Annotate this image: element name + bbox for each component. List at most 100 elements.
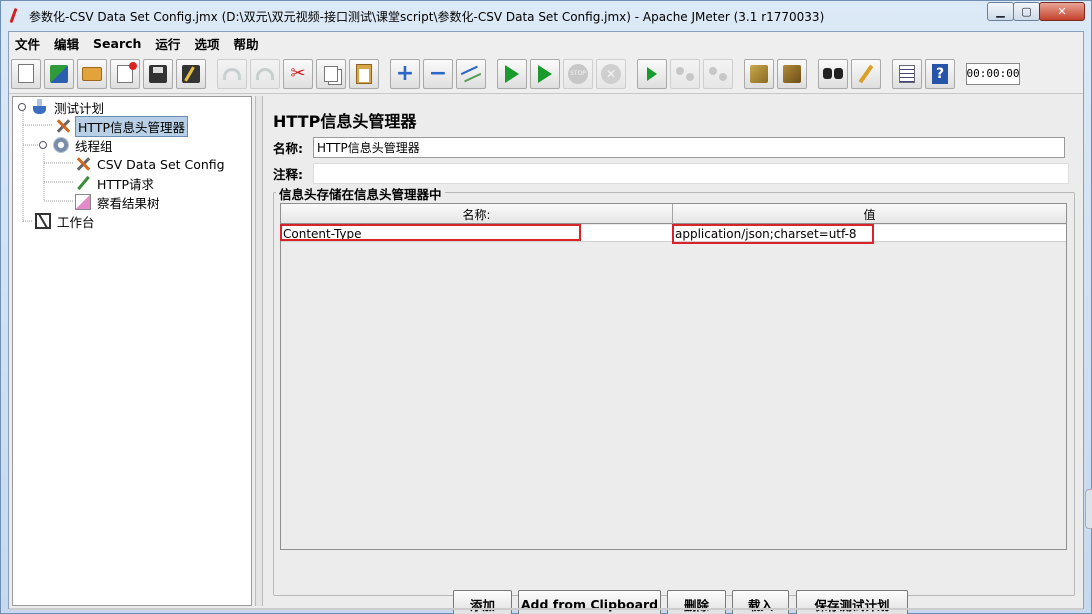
tree-node-csv-data-set[interactable]: CSV Data Set Config bbox=[75, 155, 227, 173]
table-header: 名称: 值 bbox=[281, 204, 1066, 224]
undo-button[interactable] bbox=[217, 58, 247, 89]
collapse-handle-icon[interactable] bbox=[39, 141, 47, 149]
toggle-button[interactable] bbox=[456, 58, 486, 89]
menu-options[interactable]: 选项 bbox=[194, 34, 219, 53]
tree-node-label: HTTP信息头管理器 bbox=[75, 115, 188, 137]
tree-node-http-header-manager[interactable]: HTTP信息头管理器 bbox=[55, 115, 188, 137]
open-button[interactable] bbox=[77, 58, 107, 89]
name-label: 名称: bbox=[273, 140, 303, 156]
shutdown-button[interactable]: ✕ bbox=[596, 58, 626, 89]
menu-bar: 文件 编辑 Search 运行 选项 帮助 bbox=[9, 32, 1083, 54]
workbench-icon bbox=[35, 213, 51, 229]
save-icon bbox=[149, 64, 167, 83]
name-input[interactable]: HTTP信息头管理器 bbox=[313, 136, 1065, 158]
shutdown-icon: ✕ bbox=[601, 63, 621, 84]
copy-button[interactable] bbox=[316, 58, 346, 89]
menu-run[interactable]: 运行 bbox=[155, 34, 180, 53]
pane-splitter[interactable] bbox=[255, 96, 263, 606]
menu-edit[interactable]: 编辑 bbox=[54, 34, 79, 53]
save-as-button[interactable] bbox=[176, 58, 206, 89]
menu-help[interactable]: 帮助 bbox=[233, 34, 258, 53]
add-button[interactable]: 添加 bbox=[453, 590, 512, 614]
clear-button[interactable] bbox=[744, 58, 774, 89]
header-value-cell[interactable]: application/json;charset=utf-8 bbox=[673, 225, 1066, 242]
add-from-clipboard-button[interactable]: Add from Clipboard bbox=[518, 590, 661, 614]
templates-icon bbox=[50, 64, 68, 83]
function-helper-button[interactable] bbox=[892, 58, 922, 89]
collapse-button[interactable]: − bbox=[423, 58, 453, 89]
config-tools-icon bbox=[55, 118, 71, 134]
delete-button[interactable]: 删除 bbox=[667, 590, 726, 614]
paste-icon bbox=[356, 63, 372, 84]
test-plan-flask-icon bbox=[32, 99, 48, 115]
close-button[interactable] bbox=[110, 58, 140, 89]
panel-title: HTTP信息头管理器 bbox=[273, 112, 417, 131]
new-button[interactable] bbox=[11, 58, 41, 89]
open-icon bbox=[82, 66, 102, 81]
header-name-cell[interactable]: Content-Type bbox=[281, 225, 673, 242]
start-button[interactable] bbox=[497, 58, 527, 89]
menu-file[interactable]: 文件 bbox=[15, 34, 40, 53]
save-test-plan-button[interactable]: 保存测试计划 bbox=[796, 590, 908, 614]
reset-search-button[interactable] bbox=[851, 58, 881, 89]
maximize-button[interactable]: ▢ bbox=[1013, 2, 1040, 21]
headers-table[interactable]: 名称: 值 Content-Type application/json;char… bbox=[280, 203, 1067, 550]
toggle-icon bbox=[460, 65, 482, 82]
search-icon bbox=[823, 67, 843, 80]
reset-search-icon bbox=[858, 64, 874, 83]
element-config-panel: HTTP信息头管理器 名称: HTTP信息头管理器 注释: 信息头存储在信息头管… bbox=[265, 96, 1077, 614]
comment-input[interactable] bbox=[313, 162, 1069, 184]
tree-node-thread-group[interactable]: 线程组 bbox=[39, 136, 115, 154]
headers-group: 信息头存储在信息头管理器中 名称: 值 Content-Type applica… bbox=[273, 184, 1075, 596]
help-icon: ? bbox=[932, 63, 948, 84]
remote-start-button[interactable] bbox=[637, 58, 667, 89]
templates-button[interactable] bbox=[44, 58, 74, 89]
copy-icon bbox=[324, 65, 338, 82]
new-icon bbox=[18, 64, 34, 83]
tree-node-label: 线程组 bbox=[75, 138, 113, 154]
table-row[interactable]: Content-Type application/json;charset=ut… bbox=[281, 225, 1066, 242]
minimize-button[interactable]: ▁ bbox=[987, 2, 1014, 21]
clear-all-button[interactable] bbox=[777, 58, 807, 89]
collapse-handle-icon[interactable] bbox=[18, 103, 26, 111]
config-tools-icon bbox=[75, 156, 91, 172]
stop-button[interactable]: STOP bbox=[563, 58, 593, 89]
jmeter-feather-icon bbox=[7, 8, 21, 24]
tree-node-workbench[interactable]: 工作台 bbox=[35, 212, 97, 230]
stop-icon: STOP bbox=[568, 63, 588, 84]
start-no-pause-button[interactable] bbox=[530, 58, 560, 89]
help-button[interactable]: ? bbox=[925, 58, 955, 89]
undo-icon bbox=[223, 67, 241, 80]
remote-start-icon bbox=[647, 66, 657, 81]
tree-node-test-plan[interactable]: 测试计划 bbox=[18, 98, 106, 116]
cut-icon: ✂ bbox=[290, 62, 306, 84]
remote-shutdown-button[interactable] bbox=[703, 58, 733, 89]
clear-icon bbox=[750, 64, 768, 83]
redo-button[interactable] bbox=[250, 58, 280, 89]
column-header-name[interactable]: 名称: bbox=[281, 204, 673, 224]
tree-node-http-request[interactable]: HTTP请求 bbox=[75, 174, 156, 192]
close-icon bbox=[117, 61, 137, 83]
cut-button[interactable]: ✂ bbox=[283, 58, 313, 89]
function-helper-icon bbox=[899, 64, 915, 83]
expand-button[interactable]: + bbox=[390, 58, 420, 89]
window-title: 参数化-CSV Data Set Config.jmx (D:\双元\双元视频-… bbox=[29, 9, 825, 24]
tree-node-results-tree[interactable]: 察看结果树 bbox=[75, 193, 162, 211]
window-controls: ▁ ▢ ✕ bbox=[987, 2, 1085, 21]
tree-node-label: 测试计划 bbox=[54, 100, 105, 116]
save-button[interactable] bbox=[143, 58, 173, 89]
close-window-button[interactable]: ✕ bbox=[1039, 2, 1085, 21]
load-button[interactable]: 载入 bbox=[732, 590, 789, 614]
title-bar[interactable]: 参数化-CSV Data Set Config.jmx (D:\双元\双元视频-… bbox=[1, 1, 1091, 31]
menu-search[interactable]: Search bbox=[93, 36, 141, 51]
column-header-value[interactable]: 值 bbox=[673, 204, 1066, 224]
paste-button[interactable] bbox=[349, 58, 379, 89]
redo-icon bbox=[256, 67, 274, 80]
remote-shutdown-icon bbox=[709, 66, 727, 81]
start-icon bbox=[505, 64, 519, 83]
search-button[interactable] bbox=[818, 58, 848, 89]
toolbar: ✂ + − STOP ✕ ? 00:00:00 bbox=[9, 54, 1083, 94]
tree-node-label: 工作台 bbox=[57, 214, 95, 230]
remote-stop-button[interactable] bbox=[670, 58, 700, 89]
test-plan-tree[interactable]: 测试计划 HTTP信息头管理器 线程组 CSV Data Set Config … bbox=[12, 96, 252, 606]
